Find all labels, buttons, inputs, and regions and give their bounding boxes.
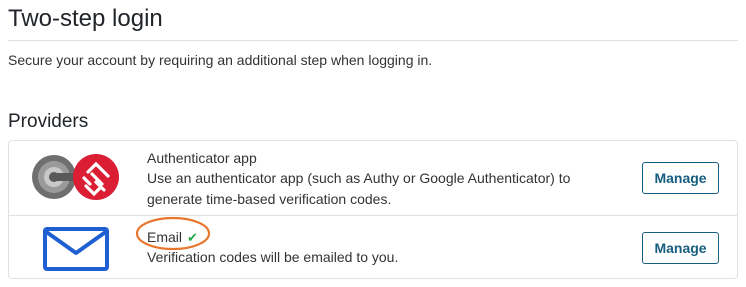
title-divider <box>8 40 738 41</box>
providers-heading: Providers <box>8 111 89 132</box>
provider-name-label: Email <box>147 229 183 245</box>
envelope-icon <box>42 226 110 272</box>
provider-description: Verification codes will be emailed to yo… <box>147 249 399 265</box>
check-icon: ✔ <box>187 231 198 246</box>
authenticator-app-icon <box>30 153 122 201</box>
page-subtitle: Secure your account by requiring an addi… <box>8 52 433 68</box>
providers-list: Authenticator app Use an authenticator a… <box>8 140 738 279</box>
provider-row-authenticator: Authenticator app Use an authenticator a… <box>9 141 737 216</box>
provider-name: Authenticator app <box>147 150 257 166</box>
provider-description: Use an authenticator app (such as Authy … <box>147 170 571 207</box>
page-title: Two-step login <box>8 5 163 32</box>
manage-authenticator-button[interactable]: Manage <box>642 162 719 194</box>
manage-email-button[interactable]: Manage <box>642 232 719 264</box>
provider-row-email: Email ✔ Verification codes will be emaile… <box>9 216 737 278</box>
provider-name: Email ✔ <box>147 227 198 249</box>
